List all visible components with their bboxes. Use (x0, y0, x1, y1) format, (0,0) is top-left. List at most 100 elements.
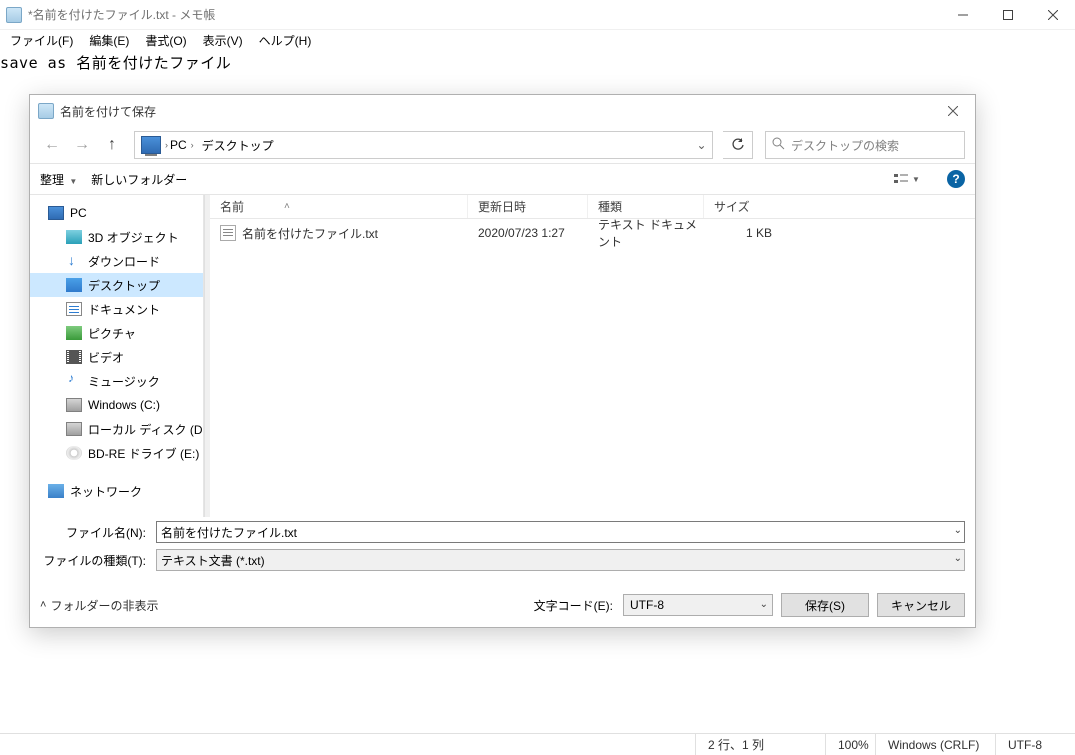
file-name: 名前を付けたファイル.txt (242, 225, 378, 242)
new-folder-button[interactable]: 新しいフォルダー (91, 171, 187, 188)
column-size[interactable]: サイズ (704, 195, 782, 218)
notepad-text-area[interactable]: save as 名前を付けたファイル (0, 50, 1075, 73)
file-list: 名前 更新日時 種類 サイズ 名前を付けたファイル.txt 2020/07/23… (210, 195, 975, 517)
notepad-titlebar: *名前を付けたファイル.txt - メモ帳 (0, 0, 1075, 30)
help-button[interactable]: ? (947, 170, 965, 188)
encoding-select[interactable]: UTF-8 ⌄ (623, 594, 773, 616)
filename-input[interactable]: 名前を付けたファイル.txt ⌄ (156, 521, 965, 543)
drive-icon (66, 422, 82, 436)
nav-tree[interactable]: PC 3D オブジェクト ダウンロード デスクトップ ドキュメント ピクチャ (30, 195, 204, 517)
tree-desktop[interactable]: デスクトップ (30, 273, 203, 297)
minimize-button[interactable] (940, 0, 985, 30)
filetype-row: ファイルの種類(T): テキスト文書 (*.txt) ⌄ (30, 547, 975, 575)
desktop-icon (66, 278, 82, 292)
status-eol: Windows (CRLF) (875, 734, 995, 755)
maximize-button[interactable] (985, 0, 1030, 30)
tree-drive-e[interactable]: BD-RE ドライブ (E:) (30, 441, 203, 465)
notepad-icon (6, 7, 22, 23)
download-icon (66, 254, 82, 268)
file-type: テキスト ドキュメント (588, 216, 704, 250)
breadcrumb-bar[interactable]: › PC › デスクトップ ⌄ (134, 131, 713, 159)
tree-pictures[interactable]: ピクチャ (30, 321, 203, 345)
close-button[interactable] (1030, 0, 1075, 30)
menu-edit[interactable]: 編集(E) (83, 31, 135, 50)
search-placeholder: デスクトップの検索 (791, 137, 899, 154)
breadcrumb-pc[interactable]: PC › (168, 132, 200, 158)
tree-documents[interactable]: ドキュメント (30, 297, 203, 321)
save-button[interactable]: 保存(S) (781, 593, 869, 617)
tree-3d-objects[interactable]: 3D オブジェクト (30, 225, 203, 249)
tree-desktop-label: デスクトップ (88, 277, 160, 294)
menu-help[interactable]: ヘルプ(H) (253, 31, 318, 50)
column-type[interactable]: 種類 (588, 195, 704, 218)
chevron-down-icon[interactable]: ⌄ (954, 525, 962, 536)
encoding-value: UTF-8 (630, 598, 664, 612)
dialog-titlebar: 名前を付けて保存 (30, 95, 975, 127)
chevron-down-icon[interactable]: ⌄ (954, 553, 962, 564)
chevron-right-icon: › (191, 140, 194, 150)
tree-downloads[interactable]: ダウンロード (30, 249, 203, 273)
file-row[interactable]: 名前を付けたファイル.txt 2020/07/23 1:27 テキスト ドキュメ… (210, 219, 975, 247)
notepad-menubar: ファイル(F) 編集(E) 書式(O) 表示(V) ヘルプ(H) (0, 30, 1075, 50)
cube-icon (66, 230, 82, 244)
notepad-title: *名前を付けたファイル.txt - メモ帳 (28, 6, 215, 23)
menu-format[interactable]: 書式(O) (139, 31, 192, 50)
tree-drive-d[interactable]: ローカル ディスク (D:) (30, 417, 203, 441)
filetype-label: ファイルの種類(T): (40, 552, 150, 569)
cancel-button-label: キャンセル (891, 597, 951, 614)
nav-back-button[interactable]: ← (40, 133, 64, 157)
tree-drive-c-label: Windows (C:) (88, 398, 160, 412)
filetype-select[interactable]: テキスト文書 (*.txt) ⌄ (156, 549, 965, 571)
file-size: 1 KB (704, 226, 782, 240)
pc-icon (141, 136, 161, 154)
filename-row: ファイル名(N): 名前を付けたファイル.txt ⌄ (30, 517, 975, 547)
tree-drive-c[interactable]: Windows (C:) (30, 393, 203, 417)
file-date: 2020/07/23 1:27 (468, 226, 588, 240)
refresh-button[interactable] (723, 131, 753, 159)
tree-downloads-label: ダウンロード (88, 253, 160, 270)
nav-up-button[interactable]: ↑ (100, 133, 124, 157)
dialog-title: 名前を付けて保存 (60, 103, 156, 120)
tree-videos[interactable]: ビデオ (30, 345, 203, 369)
menu-view[interactable]: 表示(V) (197, 31, 249, 50)
column-date[interactable]: 更新日時 (468, 195, 588, 218)
video-icon (66, 350, 82, 364)
filetype-value: テキスト文書 (*.txt) (161, 552, 265, 569)
status-bar: 2 行、1 列 100% Windows (CRLF) UTF-8 (0, 733, 1075, 755)
tree-network[interactable]: ネットワーク (30, 479, 203, 503)
document-icon (66, 302, 82, 316)
search-input[interactable]: デスクトップの検索 (765, 131, 965, 159)
breadcrumb-desktop[interactable]: デスクトップ (200, 132, 280, 158)
text-file-icon (220, 225, 236, 241)
disc-icon (66, 446, 82, 460)
dialog-nav-row: ← → ↑ › PC › デスクトップ ⌄ デスクトップの検索 (30, 127, 975, 163)
search-icon (772, 137, 785, 153)
hide-folders-label: フォルダーの非表示 (50, 597, 158, 614)
tree-music-label: ミュージック (88, 373, 160, 390)
save-button-label: 保存(S) (805, 597, 845, 614)
breadcrumb-dropdown[interactable]: ⌄ (690, 131, 712, 159)
tree-drive-e-label: BD-RE ドライブ (E:) (88, 445, 199, 462)
picture-icon (66, 326, 82, 340)
tree-music[interactable]: ミュージック (30, 369, 203, 393)
chevron-down-icon[interactable]: ⌄ (760, 599, 768, 610)
organize-button[interactable]: 整理 ▼ (40, 171, 77, 188)
column-name-label: 名前 (220, 198, 244, 215)
tree-pc[interactable]: PC (30, 201, 203, 225)
save-as-dialog: 名前を付けて保存 ← → ↑ › PC › デスクトップ ⌄ (29, 94, 976, 628)
column-name[interactable]: 名前 (210, 195, 468, 218)
view-options-button[interactable]: ▼ (891, 168, 923, 190)
status-zoom: 100% (825, 734, 875, 755)
organize-label: 整理 (40, 173, 64, 187)
menu-file[interactable]: ファイル(F) (4, 31, 79, 50)
dialog-toolbar: 整理 ▼ 新しいフォルダー ▼ ? (30, 163, 975, 195)
chevron-down-icon: ▼ (69, 177, 77, 186)
dialog-action-row: ˄ フォルダーの非表示 文字コード(E): UTF-8 ⌄ 保存(S) キャンセ… (30, 575, 975, 627)
cancel-button[interactable]: キャンセル (877, 593, 965, 617)
tree-pc-label: PC (70, 206, 87, 220)
network-icon (48, 484, 64, 498)
hide-folders-toggle[interactable]: ˄ フォルダーの非表示 (40, 597, 158, 614)
dialog-close-button[interactable] (931, 96, 975, 126)
chevron-up-icon: ˄ (40, 599, 46, 611)
nav-forward-button[interactable]: → (70, 133, 94, 157)
